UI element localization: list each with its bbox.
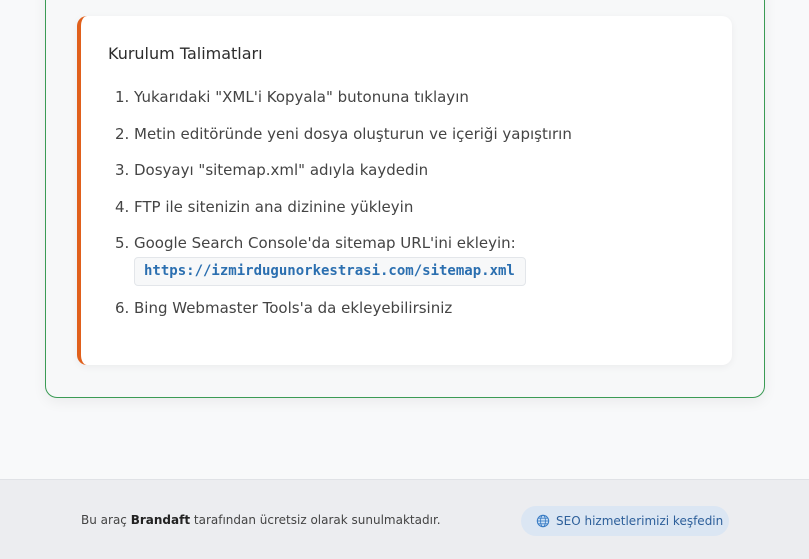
instruction-step: 5. Google Search Console'da sitemap URL'…: [115, 232, 715, 286]
step-number: 6.: [115, 299, 130, 317]
step-body: Google Search Console'da sitemap URL'ini…: [134, 232, 715, 286]
instruction-step: 4. FTP ile sitenizin ana dizinine yükley…: [115, 196, 715, 218]
page-footer: Bu araç Brandaft tarafından ücretsiz ola…: [0, 479, 809, 559]
step-text: Google Search Console'da sitemap URL'ini…: [134, 234, 516, 252]
step-text: Bing Webmaster Tools'a da ekleyebilirsin…: [134, 299, 453, 317]
instructions-title: Kurulum Talimatları: [108, 44, 263, 63]
sitemap-url-code[interactable]: https://izmirdugunorkestrasi.com/sitemap…: [134, 257, 526, 286]
instruction-step: 2. Metin editöründe yeni dosya oluşturun…: [115, 123, 715, 145]
step-number: 1.: [115, 88, 130, 106]
step-number: 5.: [115, 234, 130, 252]
seo-services-button[interactable]: SEO hizmetlerimizi keşfedin: [521, 506, 729, 536]
seo-button-label: SEO hizmetlerimizi keşfedin: [556, 514, 724, 528]
footer-text-before: Bu araç: [81, 513, 131, 527]
instruction-step: 3. Dosyayı "sitemap.xml" adıyla kaydedin: [115, 159, 715, 181]
step-text: FTP ile sitenizin ana dizinine yükleyin: [134, 197, 414, 216]
setup-instructions-panel: Kurulum Talimatları 1. Yukarıdaki "XML'i…: [77, 16, 732, 365]
step-text: Dosyayı "sitemap.xml" adıyla kaydedin: [134, 161, 429, 179]
step-number: 3.: [115, 161, 130, 179]
instruction-step: 6. Bing Webmaster Tools'a da ekleyebilir…: [115, 297, 715, 319]
step-text: Metin editöründe yeni dosya oluşturun ve…: [134, 124, 572, 143]
instruction-step: 1. Yukarıdaki "XML'i Kopyala" butonuna t…: [115, 86, 715, 108]
globe-icon: [536, 514, 550, 528]
footer-credit: Bu araç Brandaft tarafından ücretsiz ola…: [81, 513, 441, 527]
step-number: 4.: [115, 197, 130, 216]
instructions-list: 1. Yukarıdaki "XML'i Kopyala" butonuna t…: [115, 86, 715, 334]
footer-brand: Brandaft: [130, 513, 191, 527]
step-text: Yukarıdaki "XML'i Kopyala" butonuna tıkl…: [134, 88, 469, 106]
step-number: 2.: [115, 124, 130, 143]
footer-text-after: tarafından ücretsiz olarak sunulmaktadır…: [190, 513, 441, 527]
